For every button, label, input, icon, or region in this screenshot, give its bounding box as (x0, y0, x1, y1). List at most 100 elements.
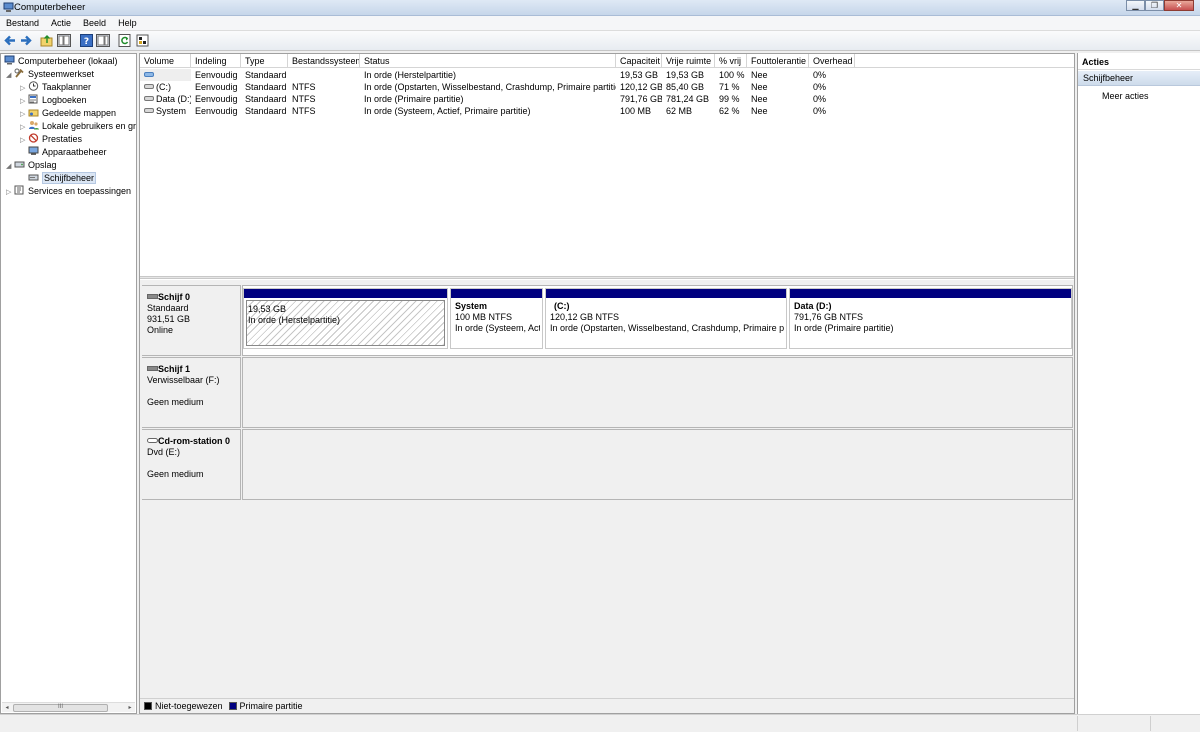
column-header-capaciteit[interactable]: Capaciteit (616, 54, 662, 68)
menu-beeld[interactable]: Beeld (77, 16, 112, 30)
disk-type: Standaard (147, 303, 189, 313)
type-cell: Standaard (245, 106, 287, 116)
column-header-procent-vrij[interactable]: % vrij (715, 54, 747, 68)
tree-item-apparaatbeheer[interactable]: Apparaatbeheer (28, 146, 107, 159)
partition-title: Data (D:) (794, 301, 832, 311)
clock-icon (28, 81, 39, 91)
tree-item-schijfbeheer[interactable]: Schijfbeheer (28, 172, 97, 185)
column-header-fouttolerantie[interactable]: Fouttolerantie (747, 54, 809, 68)
scroll-right-arrow-icon[interactable]: ▸ (125, 703, 135, 713)
actions-section-schijfbeheer[interactable]: Schijfbeheer (1078, 71, 1200, 86)
restore-button[interactable]: ❐ (1145, 0, 1164, 11)
disk-label-schijf-0[interactable]: Schijf 0 Standaard 931,51 GB Online (142, 285, 241, 356)
status-cell: In orde (Herstelpartitie) (364, 70, 457, 80)
tree-item-taakplanner[interactable]: ▷ Taakplanner (20, 81, 91, 94)
toolbar: ? (0, 31, 1200, 51)
tree-item-gedeelde-mappen[interactable]: ▷ Gedeelde mappen (20, 107, 116, 120)
navigation-tree: Computerbeheer (lokaal) ◢ Systeemwerkset … (0, 53, 137, 714)
type-cell: Standaard (245, 82, 287, 92)
column-header-overhead[interactable]: Overhead (809, 54, 855, 68)
partition-info: (C:) 120,12 GB NTFS In orde (Opstarten, … (550, 301, 784, 334)
up-folder-icon[interactable] (40, 33, 54, 48)
status-cell: In orde (Opstarten, Wisselbestand, Crash… (364, 82, 616, 92)
column-header-indeling[interactable]: Indeling (191, 54, 241, 68)
partition-recovery[interactable]: 19,53 GB In orde (Herstelpartitie) (243, 288, 448, 349)
disk-name: Schijf 1 (158, 364, 191, 374)
column-header-vrije-ruimte[interactable]: Vrije ruimte (662, 54, 715, 68)
window-title: Computerbeheer (14, 2, 86, 13)
column-header-bestandssysteem[interactable]: Bestandssysteem (288, 54, 360, 68)
status-cell: In orde (Systeem, Actief, Primaire parti… (364, 106, 531, 116)
primary-partition-bar (244, 289, 447, 298)
volume-icon (144, 96, 154, 101)
tree-item-services[interactable]: ▷ Services en toepassingen (6, 185, 131, 198)
partition-c[interactable]: (C:) 120,12 GB NTFS In orde (Opstarten, … (545, 288, 787, 349)
table-row[interactable]: Data (D:) Eenvoudig Standaard NTFS In or… (140, 93, 1074, 105)
menu-actie[interactable]: Actie (45, 16, 77, 30)
menu-help[interactable]: Help (112, 16, 143, 30)
disk-size: 931,51 GB (147, 314, 191, 324)
primary-partition-bar (790, 289, 1071, 298)
partition-title: System (455, 301, 488, 311)
forward-arrow-icon[interactable] (19, 33, 33, 48)
svg-text:?: ? (84, 37, 89, 47)
tree-item-prestaties[interactable]: ▷ Prestaties (20, 133, 82, 146)
no-performance-icon (28, 133, 39, 143)
tree-item-computerbeheer[interactable]: Computerbeheer (lokaal) (4, 55, 118, 68)
scrollbar-thumb[interactable]: III (13, 704, 108, 712)
expand-arrow-icon[interactable]: ▷ (6, 186, 14, 199)
filesystem-cell: NTFS (292, 106, 316, 116)
tree-item-lokale-gebruikers[interactable]: ▷ Lokale gebruikers en gr (20, 120, 136, 133)
tree-horizontal-scrollbar[interactable]: ◂ III ▸ (2, 702, 135, 712)
tree-label: Computerbeheer (lokaal) (18, 56, 118, 66)
show-hide-action-pane-icon[interactable] (96, 33, 110, 48)
volume-icon (144, 72, 154, 77)
actions-header: Acties (1078, 55, 1200, 70)
close-button[interactable]: ✕ (1164, 0, 1194, 11)
scroll-left-arrow-icon[interactable]: ◂ (2, 703, 12, 713)
tree-item-opslag[interactable]: ◢ Opslag (6, 159, 57, 172)
tree-label: Gedeelde mappen (42, 108, 117, 118)
column-header-type[interactable]: Type (241, 54, 288, 68)
help-icon[interactable]: ? (80, 33, 94, 48)
partition-system[interactable]: System 100 MB NTFS In orde (Systeem, Act… (450, 288, 543, 349)
disk-label-schijf-1[interactable]: Schijf 1 Verwisselbaar (F:) Geen medium (142, 357, 241, 428)
minimize-button[interactable]: ▁ (1126, 0, 1145, 11)
fault-tolerance-cell: Nee (751, 106, 768, 116)
device-manager-icon (28, 146, 39, 155)
collapse-arrow-icon[interactable]: ◢ (6, 160, 14, 173)
volume-cell: Data (D:) (140, 93, 191, 105)
pane-splitter[interactable] (140, 276, 1074, 279)
show-hide-tree-icon[interactable] (57, 33, 71, 48)
disk-management-icon (28, 174, 39, 181)
overhead-cell: 0% (813, 70, 827, 80)
table-row[interactable]: (C:) Eenvoudig Standaard NTFS In orde (O… (140, 81, 1074, 93)
indeling-cell: Eenvoudig (195, 94, 238, 104)
more-actions-link[interactable]: Meer acties (1102, 90, 1149, 102)
table-row[interactable]: System Eenvoudig Standaard NTFS In orde … (140, 105, 1074, 117)
expand-arrow-icon[interactable]: ▷ (20, 134, 28, 147)
partition-status: In orde (Opstarten, Wisselbestand, Crash… (550, 323, 784, 333)
status-bar (0, 714, 1200, 732)
collapse-arrow-icon[interactable]: ◢ (6, 69, 14, 82)
partition-info: System 100 MB NTFS In orde (Systeem, Act… (455, 301, 540, 334)
column-header-volume[interactable]: Volume (140, 54, 191, 68)
disk-label-cd-rom-0[interactable]: Cd-rom-station 0 Dvd (E:) Geen medium (142, 429, 241, 500)
free-space-cell: 85,40 GB (666, 82, 705, 92)
percent-free-cell: 99 % (719, 94, 740, 104)
overhead-cell: 0% (813, 106, 827, 116)
column-header-status[interactable]: Status (360, 54, 616, 68)
refresh-icon[interactable] (118, 33, 132, 48)
properties-icon[interactable] (136, 33, 150, 48)
back-arrow-icon[interactable] (3, 33, 17, 48)
tree-item-systeemwerkset[interactable]: ◢ Systeemwerkset (6, 68, 94, 81)
status-cell: In orde (Primaire partitie) (364, 94, 464, 104)
menu-bestand[interactable]: Bestand (0, 16, 45, 30)
type-cell: Standaard (245, 70, 287, 80)
table-row[interactable]: Eenvoudig Standaard In orde (Herstelpart… (140, 69, 1074, 81)
partition-data-d[interactable]: Data (D:) 791,76 GB NTFS In orde (Primai… (789, 288, 1072, 349)
storage-icon (14, 161, 25, 168)
partition-title: (C:) (554, 301, 570, 311)
partition-status: In orde (Systeem, Acti (455, 323, 540, 333)
tree-item-logboeken[interactable]: ▷ Logboeken (20, 94, 87, 107)
